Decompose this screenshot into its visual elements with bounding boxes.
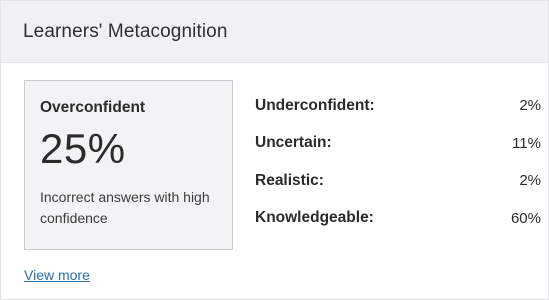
stat-label: Underconfident: [255,96,375,114]
stat-label: Realistic: [255,171,324,189]
stat-value: 2% [519,172,541,190]
card-header: Learners' Metacognition [1,1,548,63]
metacognition-stats-list: Underconfident: 2% Uncertain: 11% Realis… [255,87,541,237]
stat-row-realistic: Realistic: 2% [255,162,541,200]
highlight-percentage: 25% [40,125,126,172]
stat-value: 60% [510,209,541,227]
view-more-link[interactable]: View more [24,267,90,283]
metacognition-card: Learners' Metacognition Overconfident 25… [0,0,549,300]
stat-label: Uncertain: [255,134,332,152]
stat-label: Knowledgeable: [255,209,374,227]
highlight-label: Overconfident [40,99,146,116]
card-title: Learners' Metacognition [23,20,228,42]
stat-row-underconfident: Underconfident: 2% [255,87,541,125]
highlight-description: Incorrect answers with high confidence [40,189,210,226]
stat-row-uncertain: Uncertain: 11% [255,125,541,163]
overconfident-summary-box: Overconfident 25% Incorrect answers with… [24,80,233,250]
stat-value: 2% [519,97,541,115]
stat-value: 11% [512,134,541,152]
stat-row-knowledgeable: Knowledgeable: 60% [255,200,541,238]
